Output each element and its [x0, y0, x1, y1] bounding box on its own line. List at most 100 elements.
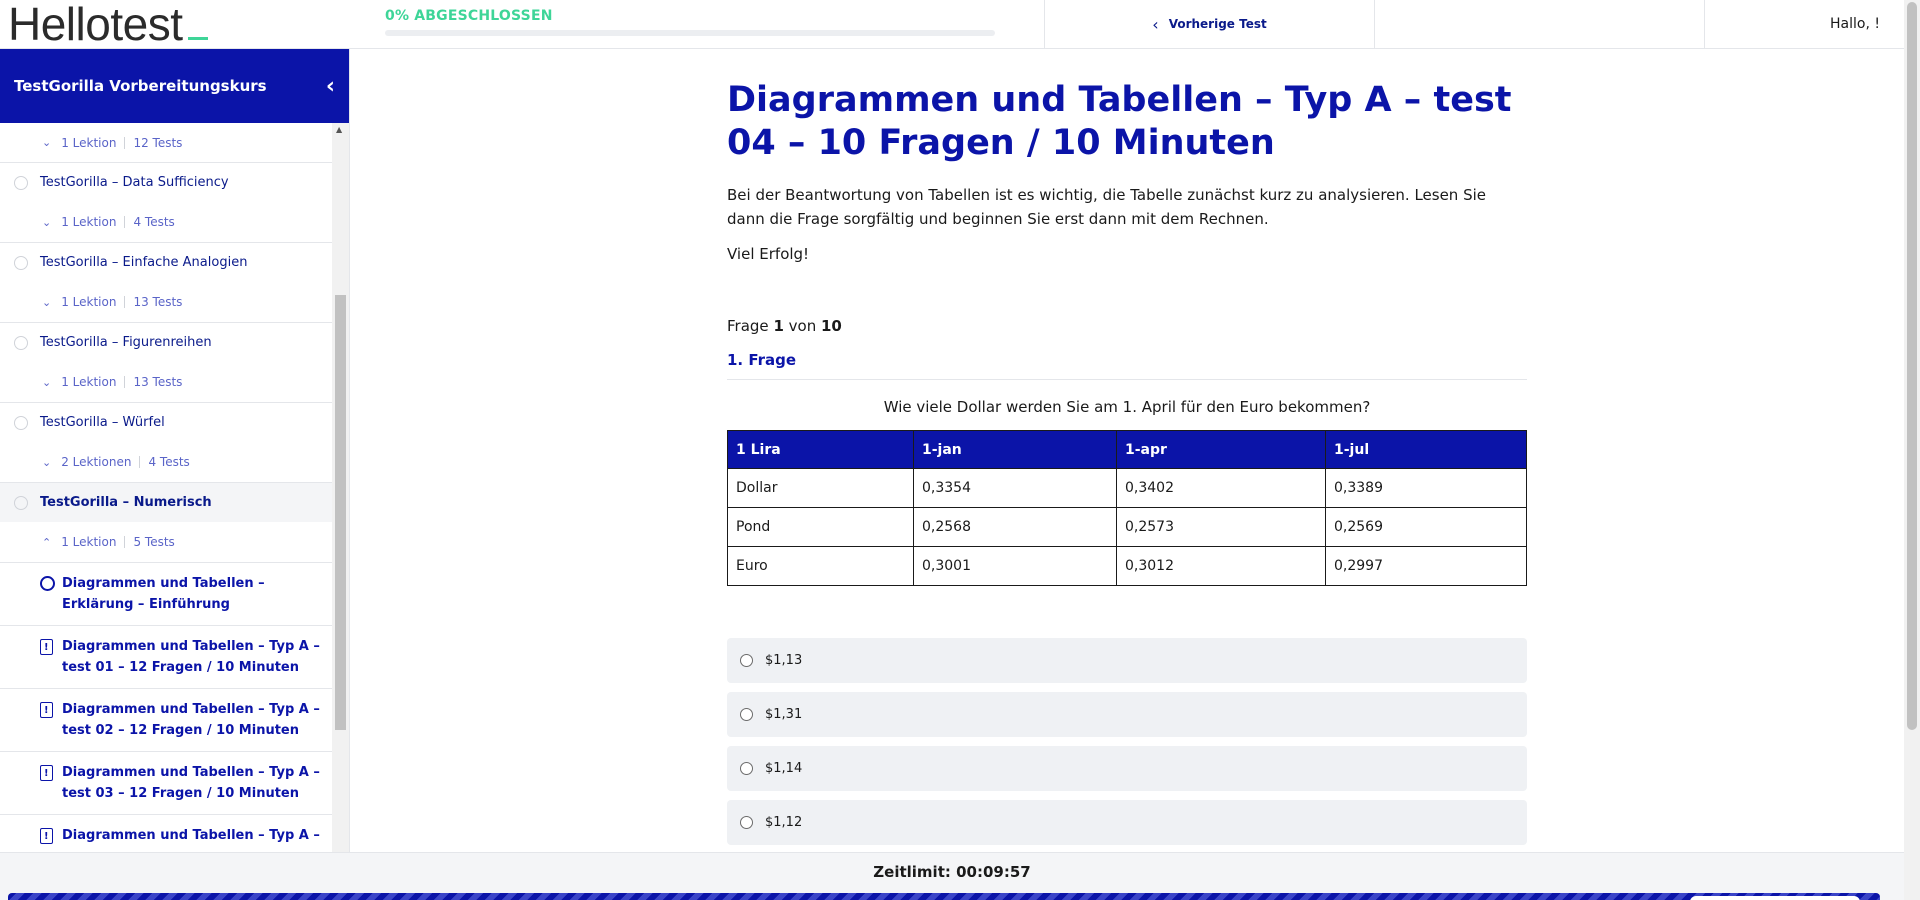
- answer-option[interactable]: $1,13: [727, 638, 1527, 683]
- page-title: Diagrammen und Tabellen – Typ A – test 0…: [727, 80, 1512, 163]
- question-heading: 1. Frage: [727, 351, 1527, 380]
- section-meta[interactable]: ⌃ 1 Lektion 5 Tests: [0, 522, 332, 562]
- table-cell: 0,3354: [913, 468, 1117, 508]
- answer-label: $1,31: [765, 707, 803, 722]
- sidebar-scrollbar[interactable]: ▲: [332, 123, 349, 852]
- timer-badge: [1690, 896, 1860, 900]
- section-meta[interactable]: ⌄ 1 Lektion 13 Tests: [0, 362, 332, 402]
- lesson-circle-icon: [40, 576, 55, 591]
- sidebar-scrollbar-thumb[interactable]: [335, 295, 346, 730]
- chevron-up-icon: ⌃: [42, 535, 52, 549]
- chevron-down-icon: ⌄: [42, 136, 52, 149]
- table-row: Pond 0,2568 0,2573 0,2569: [727, 507, 1527, 547]
- table-header-cell: 1-apr: [1116, 430, 1326, 469]
- answer-label: $1,13: [765, 653, 803, 668]
- sidebar-section-data-sufficiency: TestGorilla – Data Sufficiency ⌄ 1 Lekti…: [0, 163, 332, 243]
- sidebar-section-numerisch: TestGorilla – Numerisch ⌃ 1 Lektion 5 Te…: [0, 483, 332, 852]
- exchange-rate-table: 1 Lira 1-jan 1-apr 1-jul Dollar 0,3354 0…: [727, 430, 1527, 586]
- timer-footer: Zeitlimit: 00:09:57: [0, 852, 1904, 900]
- lesson-item[interactable]: Diagrammen und Tabellen – Typ A – test 0…: [0, 625, 332, 688]
- answer-option[interactable]: $1,31: [727, 692, 1527, 737]
- answer-options: $1,13 $1,31 $1,14 $1,12: [727, 638, 1527, 845]
- time-limit: Zeitlimit: 00:09:57: [873, 863, 1031, 881]
- next-test-slot: [1374, 0, 1704, 48]
- progress-track: [385, 30, 995, 36]
- status-circle-icon: [14, 255, 28, 270]
- section-meta[interactable]: ⌄ 2 Lektionen 4 Tests: [0, 442, 332, 482]
- table-row: Euro 0,3001 0,3012 0,2997: [727, 546, 1527, 586]
- radio-button[interactable]: [740, 654, 753, 667]
- lesson-item[interactable]: Diagrammen und Tabellen – Erklärung – Ei…: [0, 562, 332, 625]
- logo-underscore: [188, 37, 209, 40]
- radio-button[interactable]: [740, 708, 753, 721]
- table-cell: 0,2573: [1116, 507, 1326, 547]
- table-cell: 0,3012: [1116, 546, 1326, 586]
- user-greeting[interactable]: Hallo, !: [1704, 0, 1904, 48]
- table-cell: 0,2569: [1325, 507, 1527, 547]
- page-scrollbar[interactable]: [1904, 0, 1920, 900]
- question-counter: Frage 1 von 10: [727, 317, 842, 335]
- table-cell: 0,3402: [1116, 468, 1326, 508]
- table-cell: Euro: [727, 546, 914, 586]
- status-circle-icon: [14, 175, 28, 190]
- table-header-row: 1 Lira 1-jan 1-apr 1-jul: [727, 430, 1527, 469]
- status-circle-icon: [14, 495, 28, 510]
- sidebar-header: TestGorilla Vorbereitungskurs ‹: [0, 49, 349, 123]
- course-sidebar: TestGorilla Vorbereitungskurs ‹ ⌄ 1 Lekt…: [0, 49, 350, 852]
- sidebar-title: TestGorilla Vorbereitungskurs: [14, 77, 267, 95]
- top-bar: Hellotest 0% ABGESCHLOSSEN ‹ Vorherige T…: [0, 0, 1904, 49]
- quiz-content: Diagrammen und Tabellen – Typ A – test 0…: [727, 49, 1527, 854]
- radio-button[interactable]: [740, 762, 753, 775]
- chevron-down-icon: ⌄: [42, 295, 52, 309]
- section-title[interactable]: TestGorilla – Figurenreihen: [0, 323, 332, 362]
- section-meta[interactable]: ⌄ 1 Lektion 4 Tests: [0, 202, 332, 242]
- sidebar-list: ⌄ 1 Lektion 12 Tests TestGorilla – Data …: [0, 123, 332, 852]
- section-meta[interactable]: ⌄ 1 Lektion 12 Tests: [0, 123, 332, 163]
- quiz-document-icon: [40, 763, 53, 784]
- chevron-left-icon: ‹: [1152, 14, 1159, 34]
- lesson-item[interactable]: Diagrammen und Tabellen – Typ A – test 0…: [0, 688, 332, 751]
- answer-label: $1,14: [765, 761, 803, 776]
- sidebar-section-wuerfel: TestGorilla – Würfel ⌄ 2 Lektionen 4 Tes…: [0, 403, 332, 483]
- page-scrollbar-thumb[interactable]: [1907, 2, 1917, 730]
- quiz-document-icon: [40, 826, 53, 847]
- table-cell: Pond: [727, 507, 914, 547]
- table-cell: 0,3389: [1325, 468, 1527, 508]
- status-circle-icon: [14, 335, 28, 350]
- progress-label: 0% ABGESCHLOSSEN: [385, 8, 553, 24]
- quiz-document-icon: [40, 700, 53, 721]
- answer-option[interactable]: $1,12: [727, 800, 1527, 845]
- lesson-item[interactable]: Diagrammen und Tabellen – Typ A –: [0, 814, 332, 852]
- intro-text: Bei der Beantwortung von Tabellen ist es…: [727, 186, 1487, 228]
- lesson-item[interactable]: Diagrammen und Tabellen – Typ A – test 0…: [0, 751, 332, 814]
- collapse-sidebar-icon[interactable]: ‹: [326, 74, 335, 99]
- quiz-document-icon: [40, 637, 53, 658]
- previous-test-button[interactable]: ‹ Vorherige Test: [1044, 0, 1374, 48]
- table-cell: 0,2997: [1325, 546, 1527, 586]
- section-title[interactable]: TestGorilla – Numerisch: [0, 483, 332, 522]
- timer-progress-bar: [8, 893, 1880, 900]
- table-header-cell: 1 Lira: [727, 430, 914, 469]
- good-luck-text: Viel Erfolg!: [727, 245, 810, 263]
- chevron-down-icon: ⌄: [42, 215, 52, 229]
- chevron-down-icon: ⌄: [42, 375, 52, 389]
- radio-button[interactable]: [740, 816, 753, 829]
- logo[interactable]: Hellotest: [8, 0, 248, 48]
- section-title[interactable]: TestGorilla – Data Sufficiency: [0, 163, 332, 202]
- section-title[interactable]: TestGorilla – Würfel: [0, 403, 332, 442]
- table-cell: 0,2568: [913, 507, 1117, 547]
- table-header-cell: 1-jul: [1325, 430, 1527, 469]
- chevron-down-icon: ⌄: [42, 455, 52, 469]
- previous-test-label: Vorherige Test: [1168, 17, 1267, 31]
- table-cell: 0,3001: [913, 546, 1117, 586]
- section-meta[interactable]: ⌄ 1 Lektion 13 Tests: [0, 282, 332, 322]
- answer-label: $1,12: [765, 815, 803, 830]
- table-header-cell: 1-jan: [913, 430, 1117, 469]
- question-text: Wie viele Dollar werden Sie am 1. April …: [883, 398, 1371, 416]
- scroll-up-arrow-icon[interactable]: ▲: [336, 125, 342, 134]
- sidebar-section-figurenreihen: TestGorilla – Figurenreihen ⌄ 1 Lektion …: [0, 323, 332, 403]
- answer-option[interactable]: $1,14: [727, 746, 1527, 791]
- status-circle-icon: [14, 415, 28, 430]
- section-title[interactable]: TestGorilla – Einfache Analogien: [0, 243, 332, 282]
- table-row: Dollar 0,3354 0,3402 0,3389: [727, 468, 1527, 508]
